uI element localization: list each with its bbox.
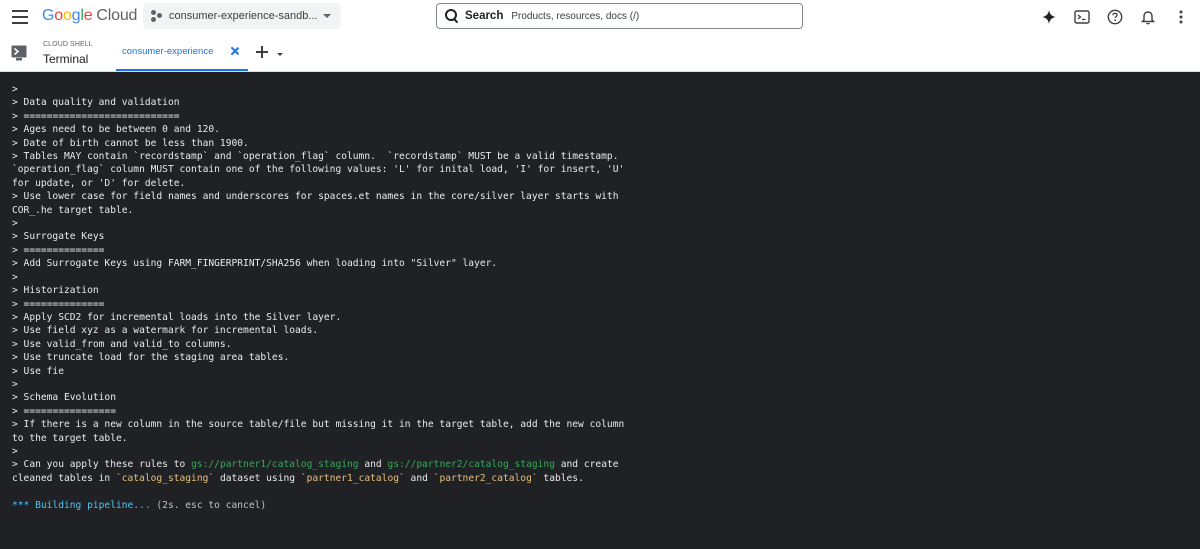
terminal-prompt-lines: > > Data quality and validation > ======… [12, 84, 624, 457]
cloud-shell-icon[interactable] [1071, 6, 1093, 28]
status-spinner: *** Building pipeline... [12, 499, 151, 511]
terminal-line: > Ages need to be between 0 and 120. [12, 124, 220, 136]
search-label: Search [465, 10, 504, 22]
terminal-line: > Use lower case for field names and und… [12, 191, 619, 203]
terminal-line: > [12, 445, 18, 457]
close-icon[interactable] [230, 46, 240, 56]
terminal-line: > If there is a new column in the source… [12, 419, 625, 431]
project-picker-label: consumer-experience-sandb... [169, 10, 318, 22]
top-right-actions [1027, 6, 1192, 28]
terminal-icon [11, 45, 27, 61]
cloud-shell-section-label: CLOUD SHELL [43, 41, 93, 48]
status-hint: (2s. esc to cancel) [150, 499, 267, 511]
help-icon[interactable] [1104, 6, 1126, 28]
chevron-down-icon [323, 14, 331, 18]
request-line-1: > Can you apply these rules to gs://part… [12, 459, 619, 471]
terminal-line: > Data quality and validation [12, 97, 180, 109]
terminal-line: > Date of birth cannot be less than 1900… [12, 137, 249, 149]
page-title: Terminal [43, 52, 89, 66]
source-table-1: `partner1_catalog` [300, 472, 405, 484]
terminal-line: > Use valid_from and valid_to columns. [12, 338, 232, 350]
terminal-line: to the target table. [12, 432, 128, 444]
terminal-line: > Use truncate load for the staging area… [12, 352, 290, 364]
main-menu-icon[interactable] [12, 10, 28, 24]
terminal-line: > ============== [12, 298, 105, 310]
terminal-line: > [12, 218, 18, 230]
source-table-2: `partner2_catalog` [433, 472, 538, 484]
terminal-line: > Use field xyz as a watermark for incre… [12, 325, 319, 337]
terminal-line: for update, or 'D' for delete. [12, 177, 186, 189]
search-input[interactable] [511, 10, 782, 22]
terminal-line: > Apply SCD2 for incremental loads into … [12, 311, 342, 323]
terminal-line: > ================ [12, 405, 116, 417]
gcs-path-partner2: gs://partner2/catalog_staging [387, 459, 555, 471]
terminal-output[interactable]: > > Data quality and validation > ======… [0, 72, 1200, 549]
tab-consumer-experience[interactable]: consumer-experience [116, 34, 248, 71]
add-tab-icon[interactable] [255, 45, 269, 59]
terminal-text: > > Data quality and validation > ======… [12, 83, 1200, 512]
chevron-down-icon[interactable] [277, 53, 283, 56]
google-cloud-logo[interactable]: Google Cloud [42, 7, 137, 25]
terminal-line: > Historization [12, 285, 99, 297]
terminal-line: > [12, 378, 18, 390]
terminal-line: > [12, 84, 18, 95]
terminal-line: > Tables MAY contain `recordstamp` and `… [12, 151, 619, 163]
terminal-line: > Surrogate Keys [12, 231, 105, 243]
terminal-line: > [12, 271, 18, 283]
cloud-shell-header: CLOUD SHELL Terminal consumer-experience [0, 34, 1200, 72]
terminal-line: > Use fie [12, 365, 64, 377]
notifications-icon[interactable] [1137, 6, 1159, 28]
terminal-line: > =========================== [12, 110, 180, 122]
status-line: *** Building pipeline... (2s. esc to can… [12, 500, 266, 511]
project-dots-icon [151, 10, 165, 22]
request-line-2: cleaned tables in `catalog_staging` data… [12, 472, 584, 484]
dataset-name: `catalog_staging` [115, 472, 215, 484]
project-picker[interactable]: consumer-experience-sandb... [143, 3, 341, 29]
terminal-line: > Schema Evolution [12, 392, 116, 404]
search-bar[interactable]: Search [436, 3, 803, 29]
terminal-line: `operation_flag` column MUST contain one… [12, 164, 625, 176]
search-icon [445, 9, 459, 23]
gemini-spark-icon[interactable] [1038, 6, 1060, 28]
terminal-line: > ============== [12, 244, 105, 256]
gcs-path-partner1: gs://partner1/catalog_staging [191, 459, 359, 471]
more-vert-icon[interactable] [1170, 6, 1192, 28]
tab-label: consumer-experience [122, 46, 214, 57]
top-app-bar: Google Cloud consumer-experience-sandb...… [0, 0, 1200, 34]
terminal-line: COR_.he target table. [12, 204, 134, 216]
terminal-line: > Add Surrogate Keys using FARM_FINGERPR… [12, 258, 498, 270]
